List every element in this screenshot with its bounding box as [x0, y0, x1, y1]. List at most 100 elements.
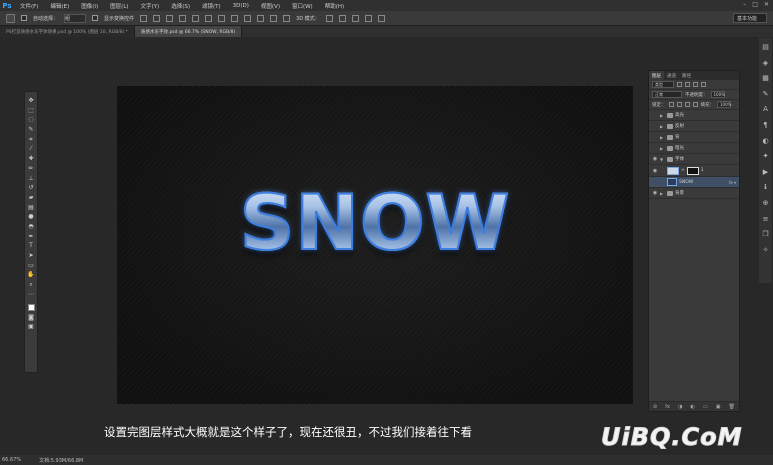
layer-row[interactable]: ◉ ∞ 1 [649, 165, 739, 177]
layer-filter-dropdown[interactable]: 类型 [652, 81, 674, 88]
align-right-icon[interactable] [205, 14, 213, 22]
adjustments-panel-icon[interactable]: ◐ [762, 137, 770, 145]
lock-transparent-icon[interactable] [668, 102, 674, 107]
tab-paths[interactable]: 路径 [679, 71, 694, 80]
character-panel-icon[interactable]: A [762, 105, 770, 113]
healing-brush-tool-icon[interactable]: ✚ [27, 156, 35, 163]
lock-image-icon[interactable] [676, 102, 682, 107]
lock-position-icon[interactable] [684, 102, 690, 107]
menu-window[interactable]: 窗口(W) [286, 2, 319, 10]
adjustment-layer-icon[interactable]: ◐ [691, 404, 695, 410]
layer-row[interactable]: ▶ 反射 [649, 121, 739, 132]
filter-pixel-icon[interactable] [677, 82, 682, 87]
history-brush-tool-icon[interactable]: ↺ [27, 185, 35, 192]
menu-layer[interactable]: 图层(L) [104, 2, 134, 10]
visibility-toggle[interactable] [652, 134, 658, 140]
marquee-tool-icon[interactable]: ⬚ [27, 107, 35, 115]
tab-document-1[interactable]: PS打造质感水东字体效果.psd @ 100% (图层 10, RGB/8) * [0, 26, 136, 37]
crop-tool-icon[interactable]: ⌗ [27, 136, 35, 144]
paths-panel-icon[interactable]: ✧ [762, 246, 770, 254]
fill-field[interactable]: 100% [717, 101, 731, 108]
visibility-toggle[interactable] [652, 179, 658, 185]
tab-layers[interactable]: 图层 [649, 71, 664, 80]
eraser-tool-icon[interactable]: ▰ [27, 194, 35, 202]
blend-mode-dropdown[interactable]: 正常 [652, 91, 682, 98]
workspace-switcher[interactable]: 基本功能 [733, 13, 767, 23]
filter-type-icon[interactable] [693, 82, 698, 87]
screen-mode-icon[interactable]: ▣ [27, 324, 35, 331]
menu-image[interactable]: 图像(I) [75, 2, 104, 10]
swatches-panel-icon[interactable]: ▦ [762, 74, 770, 82]
distribute-left-icon[interactable] [257, 14, 265, 22]
zoom-tool-icon[interactable]: ⌕ [27, 282, 35, 289]
properties-panel-icon[interactable]: ≡ [762, 215, 770, 223]
tab-channels[interactable]: 通道 [664, 71, 679, 80]
menu-view[interactable]: 视图(V) [255, 2, 286, 10]
add-style-icon[interactable]: fx [665, 404, 670, 410]
visibility-toggle[interactable] [652, 145, 658, 151]
filter-shape-icon[interactable] [701, 82, 706, 87]
menu-edit[interactable]: 编辑(E) [44, 2, 75, 10]
distribute-hcenter-icon[interactable] [270, 14, 278, 22]
new-layer-icon[interactable]: ▣ [716, 404, 721, 410]
quick-select-tool-icon[interactable]: ✎ [27, 127, 35, 134]
brush-panel-icon[interactable]: ✎ [762, 90, 770, 98]
blur-tool-icon[interactable]: ● [27, 214, 35, 221]
3d-rotate-icon[interactable] [325, 14, 333, 22]
dodge-tool-icon[interactable]: ◓ [27, 223, 35, 231]
zoom-level[interactable]: 66.67% [2, 457, 21, 463]
opacity-field[interactable]: 100% [710, 91, 725, 98]
clone-stamp-tool-icon[interactable]: ⊥ [27, 175, 35, 183]
3d-roll-icon[interactable] [338, 14, 346, 22]
layer-row[interactable]: ▶ 背 [649, 132, 739, 143]
expand-arrow-icon[interactable]: ▶ [660, 135, 665, 140]
layer-row-selected[interactable]: SNOW fx ▾ [649, 177, 739, 188]
expand-arrow-icon[interactable]: ▶ [660, 124, 665, 129]
color-panel-icon[interactable]: ◈ [762, 59, 770, 67]
path-selection-tool-icon[interactable]: ➤ [27, 252, 35, 260]
menu-filter[interactable]: 滤镜(T) [196, 2, 227, 10]
eye-icon[interactable]: ◉ [652, 190, 658, 196]
menu-help[interactable]: 帮助(H) [319, 2, 350, 10]
pen-tool-icon[interactable]: ✒ [27, 233, 35, 241]
layer-row[interactable]: ◉ ▶ 背景 [649, 188, 739, 199]
paragraph-panel-icon[interactable]: ¶ [762, 121, 770, 129]
shape-tool-icon[interactable]: ▭ [27, 262, 35, 270]
brush-tool-icon[interactable]: ✏ [27, 165, 35, 173]
minimize-button[interactable]: – [743, 1, 746, 8]
menu-3d[interactable]: 3D(D) [227, 3, 255, 9]
layer-row[interactable]: ◉ ▼ 字体 [649, 154, 739, 165]
delete-layer-icon[interactable]: 🗑 [729, 404, 735, 410]
history-panel-icon[interactable]: ▤ [762, 43, 770, 51]
layer-effects-icon[interactable]: fx ▾ [729, 180, 736, 185]
show-transform-checkbox[interactable] [92, 15, 99, 21]
3d-pan-icon[interactable] [351, 14, 359, 22]
hand-tool-icon[interactable]: ✋ [27, 272, 35, 279]
collapse-arrow-icon[interactable]: ▼ [660, 157, 665, 162]
type-tool-icon[interactable]: T [27, 243, 35, 250]
3d-slide-icon[interactable] [364, 14, 372, 22]
expand-arrow-icon[interactable]: ▶ [660, 146, 665, 151]
link-layers-icon[interactable]: ⊘ [653, 404, 657, 410]
layer-mask-thumbnail[interactable] [686, 166, 699, 175]
distribute-right-icon[interactable] [283, 14, 291, 22]
3d-scale-icon[interactable] [377, 14, 385, 22]
close-button[interactable]: ✕ [764, 1, 769, 8]
filter-adjustment-icon[interactable] [685, 82, 690, 87]
align-bottom-icon[interactable] [166, 14, 174, 22]
distribute-bottom-icon[interactable] [244, 14, 252, 22]
move-tool-icon[interactable]: ✥ [27, 97, 35, 105]
maximize-button[interactable]: □ [752, 1, 758, 8]
styles-panel-icon[interactable]: ✦ [762, 152, 770, 160]
auto-select-dropdown[interactable]: 组 [64, 13, 87, 23]
menu-select[interactable]: 选择(S) [165, 2, 196, 10]
lasso-tool-icon[interactable]: ◌ [27, 117, 35, 124]
actions-panel-icon[interactable]: ▶ [762, 168, 770, 176]
distribute-vcenter-icon[interactable] [231, 14, 239, 22]
menu-type[interactable]: 文字(Y) [135, 2, 166, 10]
move-tool-preset-icon[interactable] [6, 13, 15, 23]
visibility-toggle[interactable] [652, 112, 658, 118]
foreground-color-swatch[interactable] [27, 304, 35, 312]
tab-document-2[interactable]: 质感水东字效.psd @ 66.7% (SNOW, RGB/8) [135, 26, 243, 37]
quick-mask-icon[interactable]: ◙ [27, 314, 35, 322]
